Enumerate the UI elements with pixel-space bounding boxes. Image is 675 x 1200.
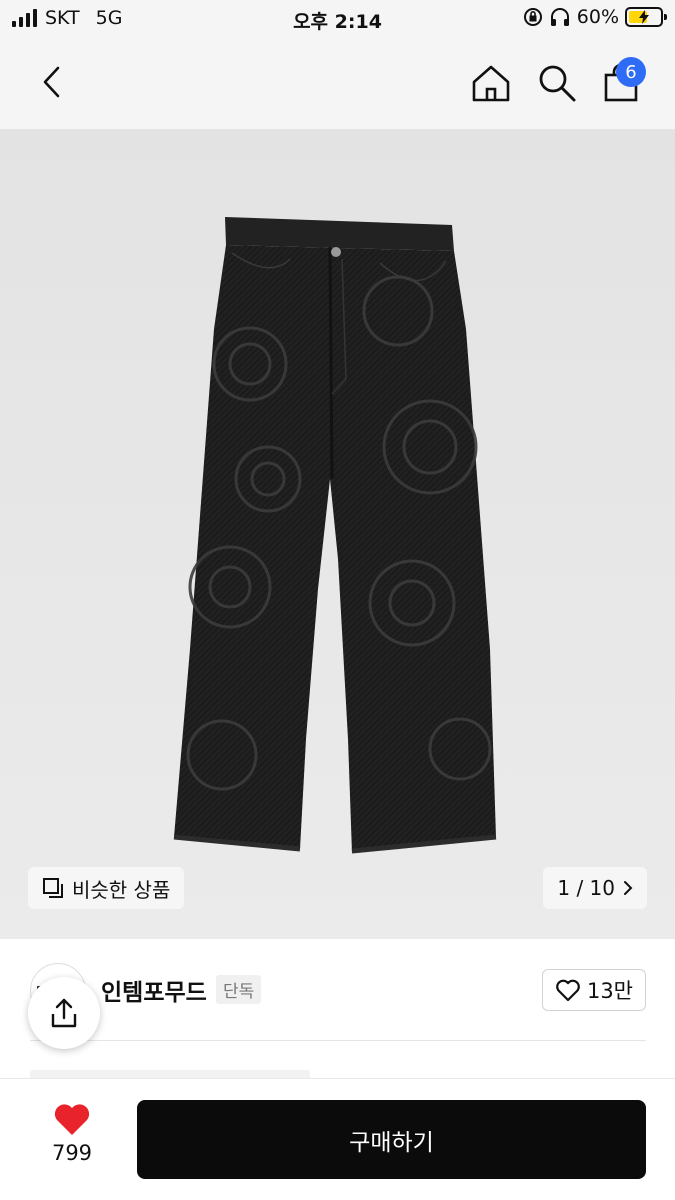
image-counter-button[interactable]: 1 / 10: [543, 867, 647, 909]
cart-count-badge: 6: [616, 57, 646, 87]
share-button[interactable]: [28, 977, 100, 1049]
image-counter: 1 / 10: [557, 876, 615, 900]
similar-products-label: 비슷한 상품: [72, 877, 171, 902]
wish-count: 799: [51, 1141, 93, 1165]
wish-button[interactable]: 799: [40, 1101, 104, 1181]
headphones-icon: [550, 8, 569, 26]
battery-icon: [625, 7, 667, 27]
exclusive-tag: 단독: [216, 975, 262, 1004]
heart-filled-icon: [54, 1104, 90, 1135]
divider: [30, 1040, 646, 1041]
home-button[interactable]: [470, 62, 512, 104]
product-image-jeans: [173, 217, 497, 854]
rotation-lock-icon: [523, 8, 542, 26]
product-image-gallery[interactable]: 비슷한 상품 1 / 10: [0, 129, 675, 939]
buy-button-label: 구매하기: [349, 1129, 434, 1156]
bottom-action-bar: 799 구매하기: [0, 1078, 675, 1200]
home-icon: [472, 65, 510, 102]
search-icon: [539, 65, 576, 102]
battery-percent: 60%: [576, 6, 619, 28]
buy-button[interactable]: 구매하기: [137, 1100, 646, 1179]
chevron-right-icon: [624, 881, 633, 895]
brand-like-count: 13만: [586, 979, 633, 1003]
chevron-left-icon: [43, 66, 60, 98]
heart-outline-icon: [556, 979, 580, 1002]
similar-products-button[interactable]: 비슷한 상품: [28, 867, 185, 909]
status-right: 60%: [523, 6, 667, 28]
back-button[interactable]: [32, 62, 72, 102]
brand-row: 인템포무드 단독 13만: [0, 939, 675, 1039]
similar-items-icon: [43, 878, 63, 898]
search-button[interactable]: [536, 62, 578, 104]
brand-like-button[interactable]: 13만: [541, 969, 646, 1011]
brand-name[interactable]: 인템포무드: [101, 973, 207, 1007]
share-icon: [51, 998, 77, 1028]
status-bar: SKT 5G 오후 2:14 60%: [0, 0, 675, 40]
nav-bar: [0, 40, 675, 129]
